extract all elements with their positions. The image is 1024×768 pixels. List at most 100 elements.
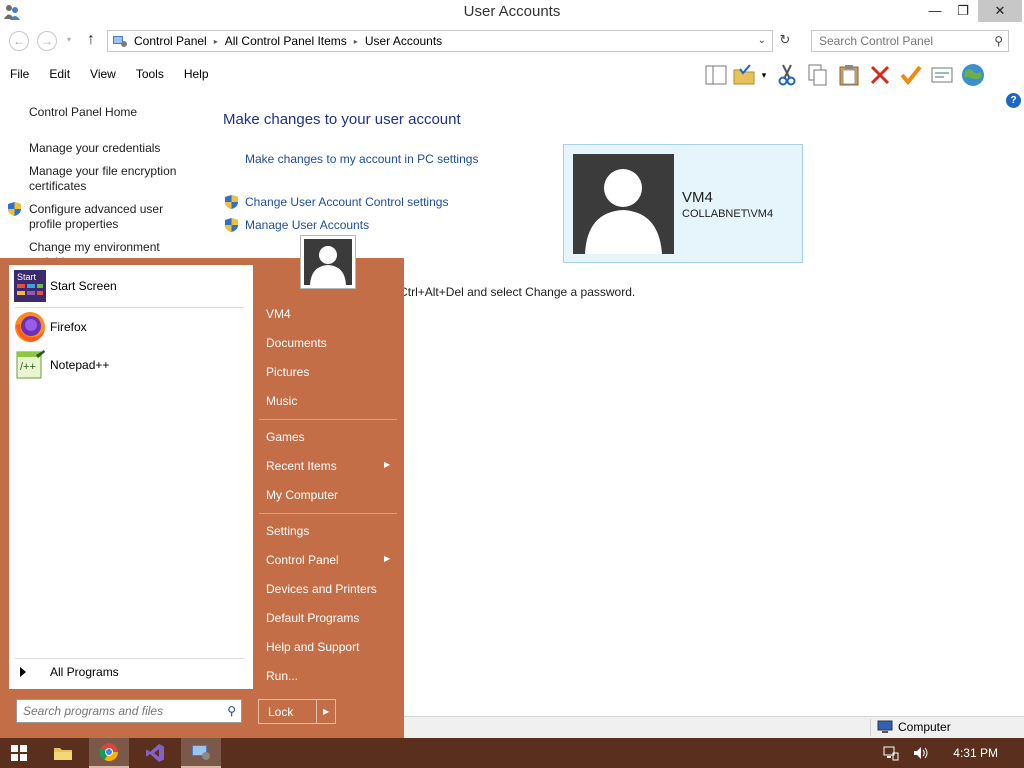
start-item-default-programs[interactable]: Default Programs <box>266 611 359 625</box>
file-encryption-link[interactable]: Manage your file encryption certificates <box>29 164 189 194</box>
start-item-pictures[interactable]: Pictures <box>266 365 309 379</box>
start-menu-user-picture[interactable] <box>300 235 356 289</box>
minimize-button[interactable]: — <box>920 0 950 22</box>
start-item-label: Devices and Printers <box>266 582 377 596</box>
system-tray: 4:31 PM <box>883 738 1024 768</box>
preview-pane-icon[interactable] <box>700 60 731 90</box>
network-icon[interactable] <box>883 745 899 761</box>
search-icon[interactable]: ⚲ <box>994 34 1003 48</box>
globe-icon[interactable] <box>957 60 988 90</box>
delete-icon[interactable] <box>864 60 895 90</box>
checkmark-icon[interactable] <box>895 60 926 90</box>
help-icon[interactable]: ? <box>1006 93 1021 108</box>
address-bar[interactable]: Control Panel ▸ All Control Panel Items … <box>107 30 773 52</box>
menu-edit[interactable]: Edit <box>39 62 80 88</box>
start-menu-divider <box>259 419 397 420</box>
environment-variables-link[interactable]: Change my environment variables <box>29 240 179 258</box>
start-item-recent-items[interactable]: Recent Items ▶ <box>266 459 390 473</box>
address-row: ← → ▾ ↑ Control Panel ▸ All Control Pane… <box>0 28 1024 54</box>
program-start-screen[interactable]: Start Start Screen <box>14 270 244 302</box>
search-input[interactable] <box>812 31 982 51</box>
manage-credentials-link[interactable]: Manage your credentials <box>29 141 209 156</box>
uac-shield-icon <box>8 202 21 216</box>
start-item-run[interactable]: Run... <box>266 669 298 683</box>
start-item-devices-and-printers[interactable]: Devices and Printers <box>266 582 377 596</box>
start-item-label: VM4 <box>266 307 291 321</box>
uac-shield-icon <box>225 218 238 232</box>
lock-options-arrow-icon[interactable]: ▶ <box>323 707 329 716</box>
all-programs-button[interactable]: All Programs <box>20 665 119 679</box>
computer-icon <box>877 720 893 733</box>
address-dropdown-icon[interactable]: ⌄ <box>758 35 766 46</box>
crumb-separator-icon[interactable]: ▸ <box>214 37 218 46</box>
visual-studio-icon[interactable] <box>135 738 175 768</box>
start-item-music[interactable]: Music <box>266 394 297 408</box>
title-bar: User Accounts — ❐ ✕ <box>0 0 1024 24</box>
folder-check-icon[interactable] <box>731 60 757 90</box>
start-item-vm4[interactable]: VM4 <box>266 307 291 321</box>
forward-button[interactable]: → <box>37 31 57 51</box>
volume-icon[interactable] <box>913 745 929 761</box>
user-account-card: VM4 COLLABNET\VM4 <box>563 144 803 263</box>
clock[interactable]: 4:31 PM <box>953 746 998 760</box>
start-item-documents[interactable]: Documents <box>266 336 327 350</box>
status-computer-label: Computer <box>898 720 951 734</box>
status-bar: Computer <box>403 716 1024 738</box>
menu-view[interactable]: View <box>80 62 126 88</box>
status-computer: Computer <box>877 720 951 734</box>
all-programs-divider <box>15 658 243 659</box>
start-item-help-and-support[interactable]: Help and Support <box>266 640 359 654</box>
up-button[interactable]: ↑ <box>87 31 95 49</box>
program-notepad-plus-plus[interactable]: /++ Notepad++ <box>14 349 244 381</box>
firefox-icon <box>15 312 45 342</box>
crumb-user-accounts[interactable]: User Accounts <box>365 34 442 48</box>
file-explorer-icon[interactable] <box>43 738 83 768</box>
start-item-label: Default Programs <box>266 611 360 625</box>
refresh-button[interactable]: ↻ <box>775 32 795 50</box>
start-screen-icon: Start <box>14 270 46 302</box>
properties-icon[interactable] <box>926 60 957 90</box>
control-panel-icon <box>113 36 127 47</box>
start-item-games[interactable]: Games <box>266 430 305 444</box>
menu-file[interactable]: File <box>0 62 39 88</box>
back-button[interactable]: ← <box>9 31 29 51</box>
copy-icon[interactable] <box>802 60 833 90</box>
pc-settings-link[interactable]: Make changes to my account in PC setting… <box>245 152 478 166</box>
start-menu: Start Start Screen Firefox /++ Notepad++… <box>0 258 404 738</box>
program-firefox[interactable]: Firefox <box>14 311 244 343</box>
restore-button[interactable]: ❐ <box>948 0 978 22</box>
windows-start-icon[interactable] <box>0 738 38 768</box>
cut-icon[interactable] <box>771 60 802 90</box>
submenu-arrow-icon: ▶ <box>384 554 391 563</box>
program-label: Firefox <box>50 320 87 334</box>
start-item-control-panel[interactable]: Control Panel ▶ <box>266 553 390 567</box>
manage-user-accounts-link[interactable]: Manage User Accounts <box>245 218 369 232</box>
lock-button[interactable]: Lock ▶ <box>258 699 336 724</box>
start-search-input[interactable] <box>17 700 213 722</box>
program-label: Start Screen <box>50 279 117 293</box>
chrome-icon[interactable] <box>89 738 129 768</box>
start-item-my-computer[interactable]: My Computer <box>266 488 338 502</box>
start-item-label: Recent Items <box>266 459 337 473</box>
menu-tools[interactable]: Tools <box>126 62 174 88</box>
uac-settings-link[interactable]: Change User Account Control settings <box>245 195 448 209</box>
control-panel-home-link[interactable]: Control Panel Home <box>29 105 209 120</box>
menu-help[interactable]: Help <box>174 62 219 88</box>
search-icon[interactable]: ⚲ <box>227 704 236 718</box>
crumb-control-panel[interactable]: Control Panel <box>134 34 207 48</box>
page-heading: Make changes to your user account <box>223 111 461 128</box>
all-programs-label: All Programs <box>50 665 119 679</box>
program-label: Notepad++ <box>50 358 110 372</box>
status-separator <box>870 719 871 736</box>
start-search-box: ⚲ <box>16 699 242 723</box>
control-panel-icon[interactable] <box>181 738 221 768</box>
start-item-settings[interactable]: Settings <box>266 524 309 538</box>
dropdown-arrow-icon[interactable]: ▾ <box>757 60 771 90</box>
recent-locations-dropdown[interactable]: ▾ <box>67 35 71 44</box>
start-item-label: Run... <box>266 669 299 683</box>
advanced-profile-link[interactable]: Configure advanced user profile properti… <box>29 202 179 232</box>
crumb-separator-icon[interactable]: ▸ <box>354 37 358 46</box>
paste-icon[interactable] <box>833 60 864 90</box>
crumb-all-control-panel-items[interactable]: All Control Panel Items <box>225 34 347 48</box>
close-button[interactable]: ✕ <box>978 0 1022 22</box>
